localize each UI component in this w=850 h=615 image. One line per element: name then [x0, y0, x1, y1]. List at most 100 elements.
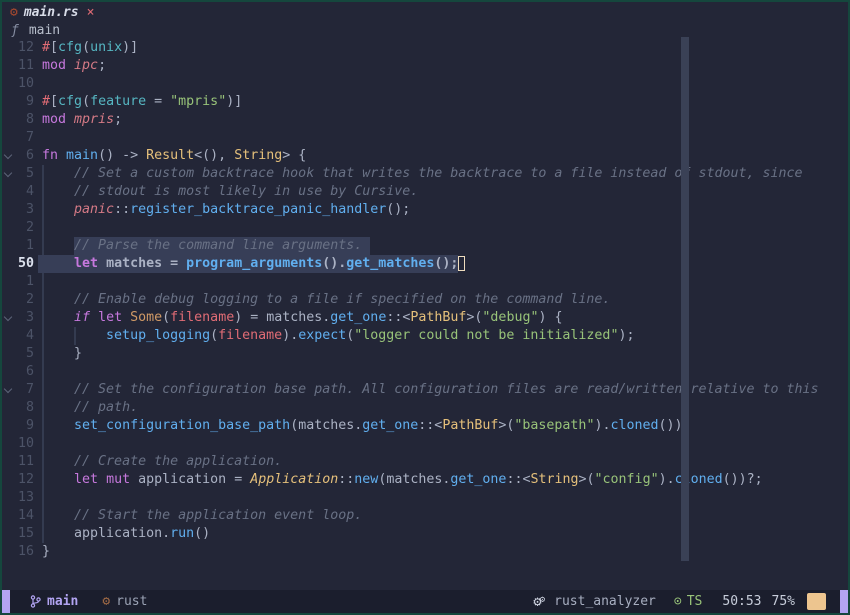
line-number[interactable]: 16	[2, 543, 34, 561]
code-line[interactable]: 1 // Parse the command line arguments.	[2, 237, 848, 255]
code-area[interactable]: 12#[cfg(unix)]11mod ipc;109#[cfg(feature…	[2, 39, 848, 563]
code-line[interactable]: 2 // Enable debug logging to a file if s…	[2, 291, 848, 309]
code-line[interactable]: 3 if let Some(filename) = matches.get_on…	[2, 309, 848, 327]
code-line[interactable]: 2	[2, 219, 848, 237]
treesitter-icon: ⊙	[674, 594, 682, 609]
breadcrumb: ƒ main	[2, 22, 848, 39]
lsp-server-name: rust_analyzer	[554, 594, 656, 609]
filetype-section: ⚙ rust	[102, 594, 147, 609]
scroll-percent: 75%	[772, 594, 795, 609]
line-number[interactable]: 13	[2, 489, 34, 507]
line-number[interactable]: 11	[2, 453, 34, 471]
code-line[interactable]: 8 // path.	[2, 399, 848, 417]
code-line[interactable]: 13	[2, 489, 848, 507]
code-text: #[cfg(feature = "mpris")]	[42, 93, 242, 111]
line-number[interactable]: 1	[2, 273, 34, 291]
code-line[interactable]: 14 // Start the application event loop.	[2, 507, 848, 525]
code-text: // Set the configuration base path. All …	[42, 381, 819, 399]
status-bar: main ⚙ rust ⚙⚙ rust_analyzer ⊙ TS 50:53 …	[2, 590, 848, 613]
code-text: panic::register_backtrace_panic_handler(…	[42, 201, 410, 219]
code-line[interactable]: 4 setup_logging(filename).expect("logger…	[2, 327, 848, 345]
code-text: #[cfg(unix)]	[42, 39, 138, 57]
code-text: // Start the application event loop.	[42, 507, 362, 525]
code-text: // Enable debug logging to a file if spe…	[42, 291, 610, 309]
code-line[interactable]: 3 panic::register_backtrace_panic_handle…	[2, 201, 848, 219]
treesitter-label: TS	[687, 594, 703, 609]
line-number[interactable]: 5	[2, 345, 34, 363]
line-number[interactable]: 6	[2, 147, 34, 165]
code-line[interactable]: 7	[2, 129, 848, 147]
tab-main-rs[interactable]: ⚙ main.rs ×	[2, 2, 104, 22]
code-line[interactable]: 9 #[cfg(feature = "mpris")]	[2, 93, 848, 111]
line-number[interactable]: 7	[2, 381, 34, 399]
code-text: let mut application = Application::new(m…	[42, 471, 763, 489]
code-line[interactable]: 15 application.run()	[2, 525, 848, 543]
cursor-position: 50:53	[722, 594, 761, 609]
code-text: fn main() -> Result<(), String> {	[42, 147, 306, 165]
line-number[interactable]: 8	[2, 399, 34, 417]
line-number[interactable]: 6	[2, 363, 34, 381]
code-text: mod mpris;	[42, 111, 122, 129]
git-branch-icon	[30, 595, 41, 608]
line-number[interactable]: 3	[2, 201, 34, 219]
line-number[interactable]: 4	[2, 183, 34, 201]
code-line[interactable]: 6	[2, 363, 848, 381]
code-line[interactable]: 11 mod ipc;	[2, 57, 848, 75]
treesitter-section: ⊙ TS	[674, 594, 702, 609]
line-number[interactable]: 12	[2, 471, 34, 489]
code-text: // stdout is most likely in use by Cursi…	[42, 183, 418, 201]
line-number[interactable]: 1	[2, 237, 34, 255]
line-number[interactable]: 15	[2, 525, 34, 543]
code-line[interactable]: 4 // stdout is most likely in use by Cur…	[2, 183, 848, 201]
tab-close-icon[interactable]: ×	[87, 5, 95, 20]
line-number[interactable]: 2	[2, 291, 34, 309]
line-number[interactable]: 5	[2, 165, 34, 183]
function-icon: ƒ	[11, 23, 19, 38]
editor-window: ⚙ main.rs × ƒ main 12#[cfg(unix)]11mod i…	[0, 0, 850, 615]
scrollbar-thumb[interactable]	[681, 37, 689, 561]
code-line[interactable]: 8 mod mpris;	[2, 111, 848, 129]
code-line[interactable]: 6 fn main() -> Result<(), String> {	[2, 147, 848, 165]
code-line[interactable]: 12 #[cfg(unix)]	[2, 39, 848, 57]
code-text: setup_logging(filename).expect("logger c…	[42, 327, 634, 345]
code-text: mod ipc;	[42, 57, 106, 75]
code-text: // Parse the command line arguments.	[42, 237, 362, 255]
code-line[interactable]: 1	[2, 273, 848, 291]
tab-bar: ⚙ main.rs ×	[2, 2, 848, 22]
line-number[interactable]: 2	[2, 219, 34, 237]
line-number[interactable]: 7	[2, 129, 34, 147]
code-line[interactable]: 11 // Create the application.	[2, 453, 848, 471]
code-text: // Create the application.	[42, 453, 282, 471]
code-text: // path.	[42, 399, 138, 417]
code-line[interactable]: 9 set_configuration_base_path(matches.ge…	[2, 417, 848, 435]
code-line[interactable]: 10	[2, 435, 848, 453]
text-cursor	[458, 256, 465, 271]
line-number[interactable]: 8	[2, 111, 34, 129]
code-line[interactable]: 50 let matches = program_arguments().get…	[2, 255, 848, 273]
code-line[interactable]: 16}	[2, 543, 848, 561]
code-line[interactable]: 12 let mut application = Application::ne…	[2, 471, 848, 489]
line-number[interactable]: 12	[2, 39, 34, 57]
line-number[interactable]: 11	[2, 57, 34, 75]
line-number[interactable]: 10	[2, 75, 34, 93]
mode-block-right	[840, 590, 848, 613]
tab-title: main.rs	[24, 5, 79, 20]
line-number[interactable]: 9	[2, 93, 34, 111]
breadcrumb-label: main	[29, 23, 60, 38]
line-number[interactable]: 10	[2, 435, 34, 453]
mode-block-left	[2, 590, 10, 613]
code-line[interactable]: 5 // Set a custom backtrace hook that wr…	[2, 165, 848, 183]
rust-logo-icon: ⚙	[10, 6, 18, 19]
lsp-gears-icon: ⚙⚙	[533, 594, 547, 610]
progress-block	[807, 593, 826, 610]
code-line[interactable]: 7 // Set the configuration base path. Al…	[2, 381, 848, 399]
line-number[interactable]: 4	[2, 327, 34, 345]
code-line[interactable]: 10	[2, 75, 848, 93]
line-number[interactable]: 3	[2, 309, 34, 327]
code-line[interactable]: 5 }	[2, 345, 848, 363]
rust-filetype-icon: ⚙	[102, 594, 110, 609]
line-number[interactable]: 14	[2, 507, 34, 525]
line-number[interactable]: 50	[2, 255, 34, 273]
code-text: set_configuration_base_path(matches.get_…	[42, 417, 691, 435]
line-number[interactable]: 9	[2, 417, 34, 435]
